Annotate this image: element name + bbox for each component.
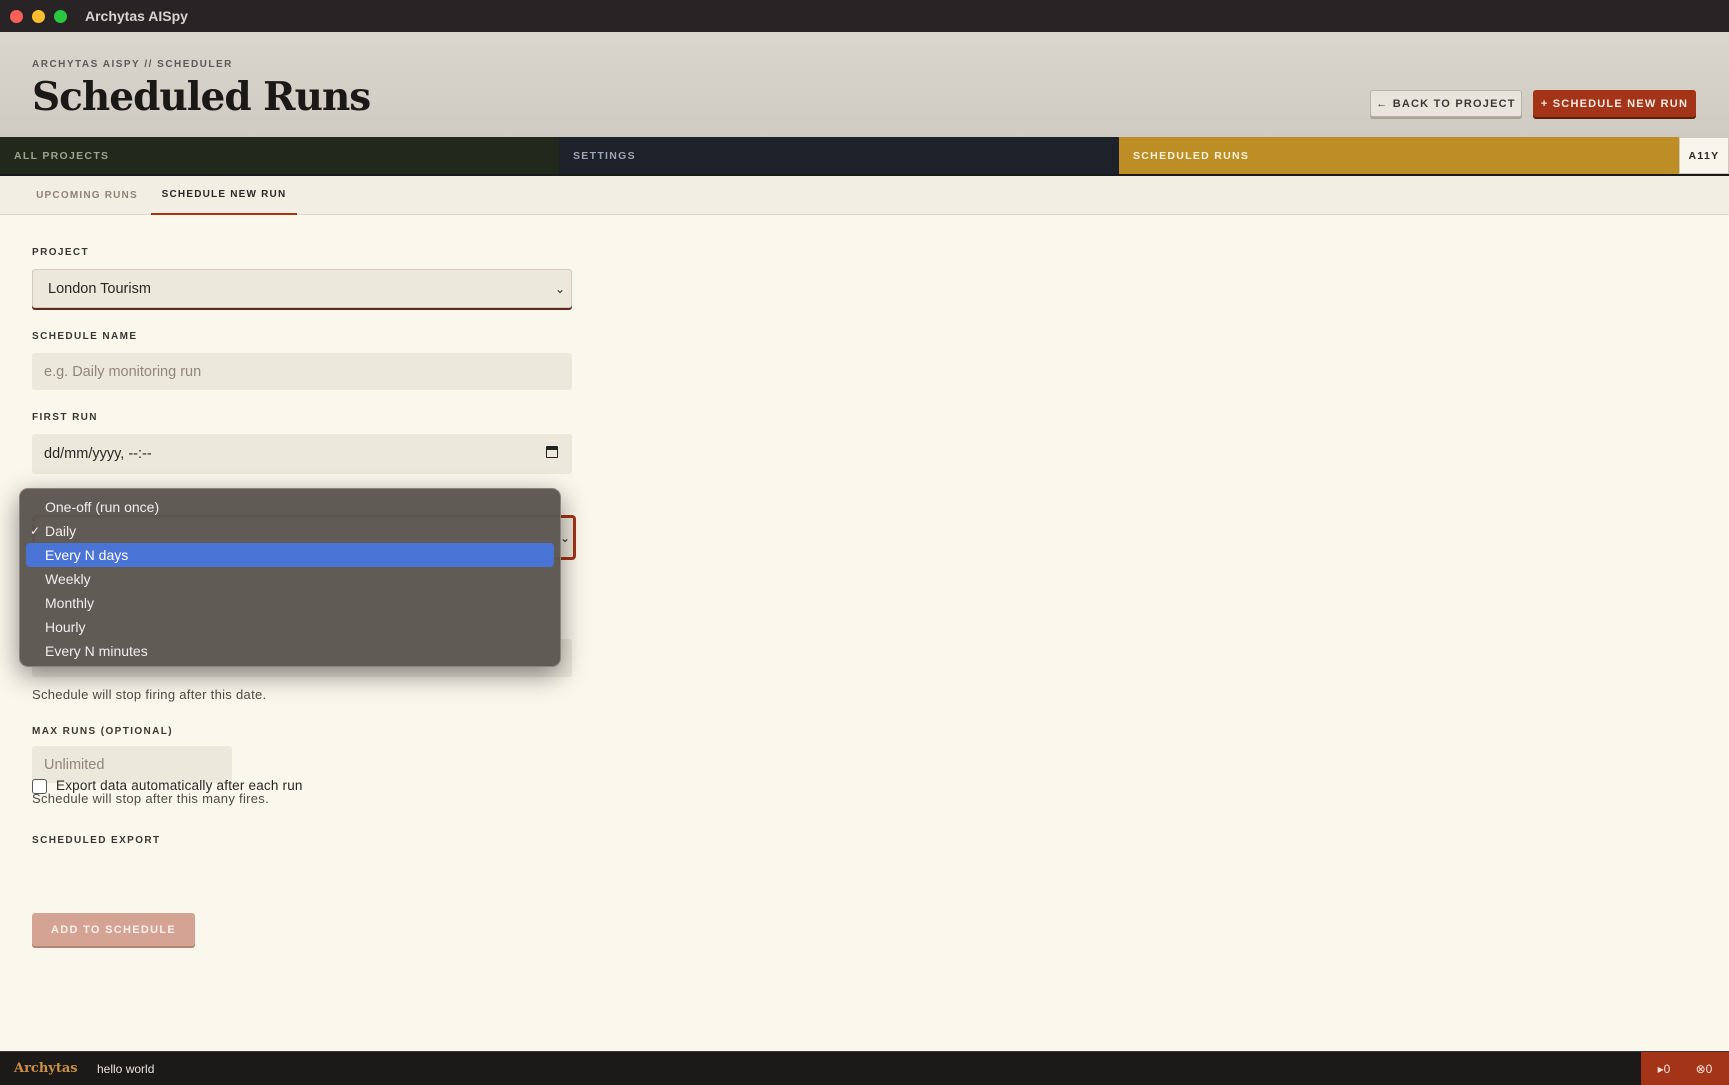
nav-tab-all-projects[interactable]: ALL PROJECTS: [0, 137, 559, 174]
close-window-button[interactable]: [10, 9, 23, 23]
statusbar-brand: Archytas: [14, 1061, 78, 1076]
max-runs-help: Schedule will stop after this many fires…: [32, 791, 270, 806]
nav-tab-settings[interactable]: SETTINGS: [559, 137, 1119, 174]
tab-schedule-new-run[interactable]: SCHEDULE NEW RUN: [151, 176, 297, 215]
window-titlebar: Archytas AISpy: [0, 0, 1729, 32]
project-nav: ALL PROJECTS SETTINGS SCHEDULED RUNS A11…: [0, 137, 1729, 176]
dropdown-option-every-n-days[interactable]: Every N days: [26, 543, 554, 567]
max-runs-placeholder: Unlimited: [44, 756, 105, 773]
schedule-name-input[interactable]: e.g. Daily monitoring run: [32, 353, 572, 390]
frequency-dropdown-menu: One-off (run once) ✓ Daily Every N days …: [19, 488, 561, 667]
end-date-help: Schedule will stop firing after this dat…: [32, 687, 267, 702]
minimize-window-button[interactable]: [32, 9, 45, 23]
project-select[interactable]: London Tourism ⌄: [32, 269, 572, 308]
chevron-down-icon: ⌄: [554, 281, 565, 296]
schedule-name-label: SCHEDULE NAME: [32, 331, 138, 342]
a11y-button[interactable]: A11Y: [1679, 137, 1729, 174]
dropdown-option-one-off[interactable]: One-off (run once): [26, 495, 554, 519]
back-to-project-button[interactable]: ← BACK TO PROJECT: [1370, 90, 1522, 117]
tab-upcoming-runs[interactable]: UPCOMING RUNS: [24, 176, 150, 215]
checkmark-icon: ✓: [30, 524, 41, 538]
first-run-placeholder: dd/mm/yyyy, --:--: [44, 446, 152, 462]
breadcrumb: ARCHYTAS AISPY // SCHEDULER: [32, 59, 233, 70]
window-title: Archytas AISpy: [85, 8, 188, 24]
dropdown-option-daily[interactable]: ✓ Daily: [26, 519, 554, 543]
errors-counter: ⊗0: [1695, 1061, 1713, 1076]
subtab-bar: UPCOMING RUNS SCHEDULE NEW RUN: [0, 176, 1729, 215]
project-label: PROJECT: [32, 247, 90, 258]
add-to-schedule-button[interactable]: ADD TO SCHEDULE: [32, 913, 195, 946]
export-checkbox[interactable]: [32, 779, 47, 794]
status-bar: Archytas hello world ▸0 ⊗0: [0, 1051, 1729, 1085]
dropdown-option-monthly[interactable]: Monthly: [26, 591, 554, 615]
zoom-window-button[interactable]: [54, 9, 67, 23]
page-header: ARCHYTAS AISPY // SCHEDULER Scheduled Ru…: [0, 32, 1729, 137]
scheduled-export-label: SCHEDULED EXPORT: [32, 835, 161, 846]
dropdown-option-hourly[interactable]: Hourly: [26, 615, 554, 639]
first-run-datetime-input[interactable]: dd/mm/yyyy, --:--: [32, 434, 572, 474]
runs-counter: ▸0: [1657, 1061, 1671, 1076]
dropdown-option-weekly[interactable]: Weekly: [26, 567, 554, 591]
export-checkbox-label[interactable]: Export data automatically after each run: [56, 778, 303, 793]
chevron-down-icon: ⌄: [559, 530, 570, 545]
statusbar-message: hello world: [97, 1062, 155, 1076]
page-title: Scheduled Runs: [32, 74, 371, 120]
window-controls: [10, 9, 67, 23]
schedule-new-run-button[interactable]: + SCHEDULE NEW RUN: [1533, 90, 1696, 117]
statusbar-counters[interactable]: ▸0 ⊗0: [1641, 1052, 1729, 1085]
max-runs-label: MAX RUNS (OPTIONAL): [32, 726, 174, 737]
first-run-label: FIRST RUN: [32, 412, 98, 423]
dropdown-option-every-n-minutes[interactable]: Every N minutes: [26, 639, 554, 663]
nav-tab-scheduled-runs[interactable]: SCHEDULED RUNS: [1119, 137, 1679, 174]
project-select-value: London Tourism: [48, 280, 151, 297]
schedule-name-placeholder: e.g. Daily monitoring run: [44, 363, 202, 380]
calendar-icon[interactable]: [546, 446, 558, 458]
